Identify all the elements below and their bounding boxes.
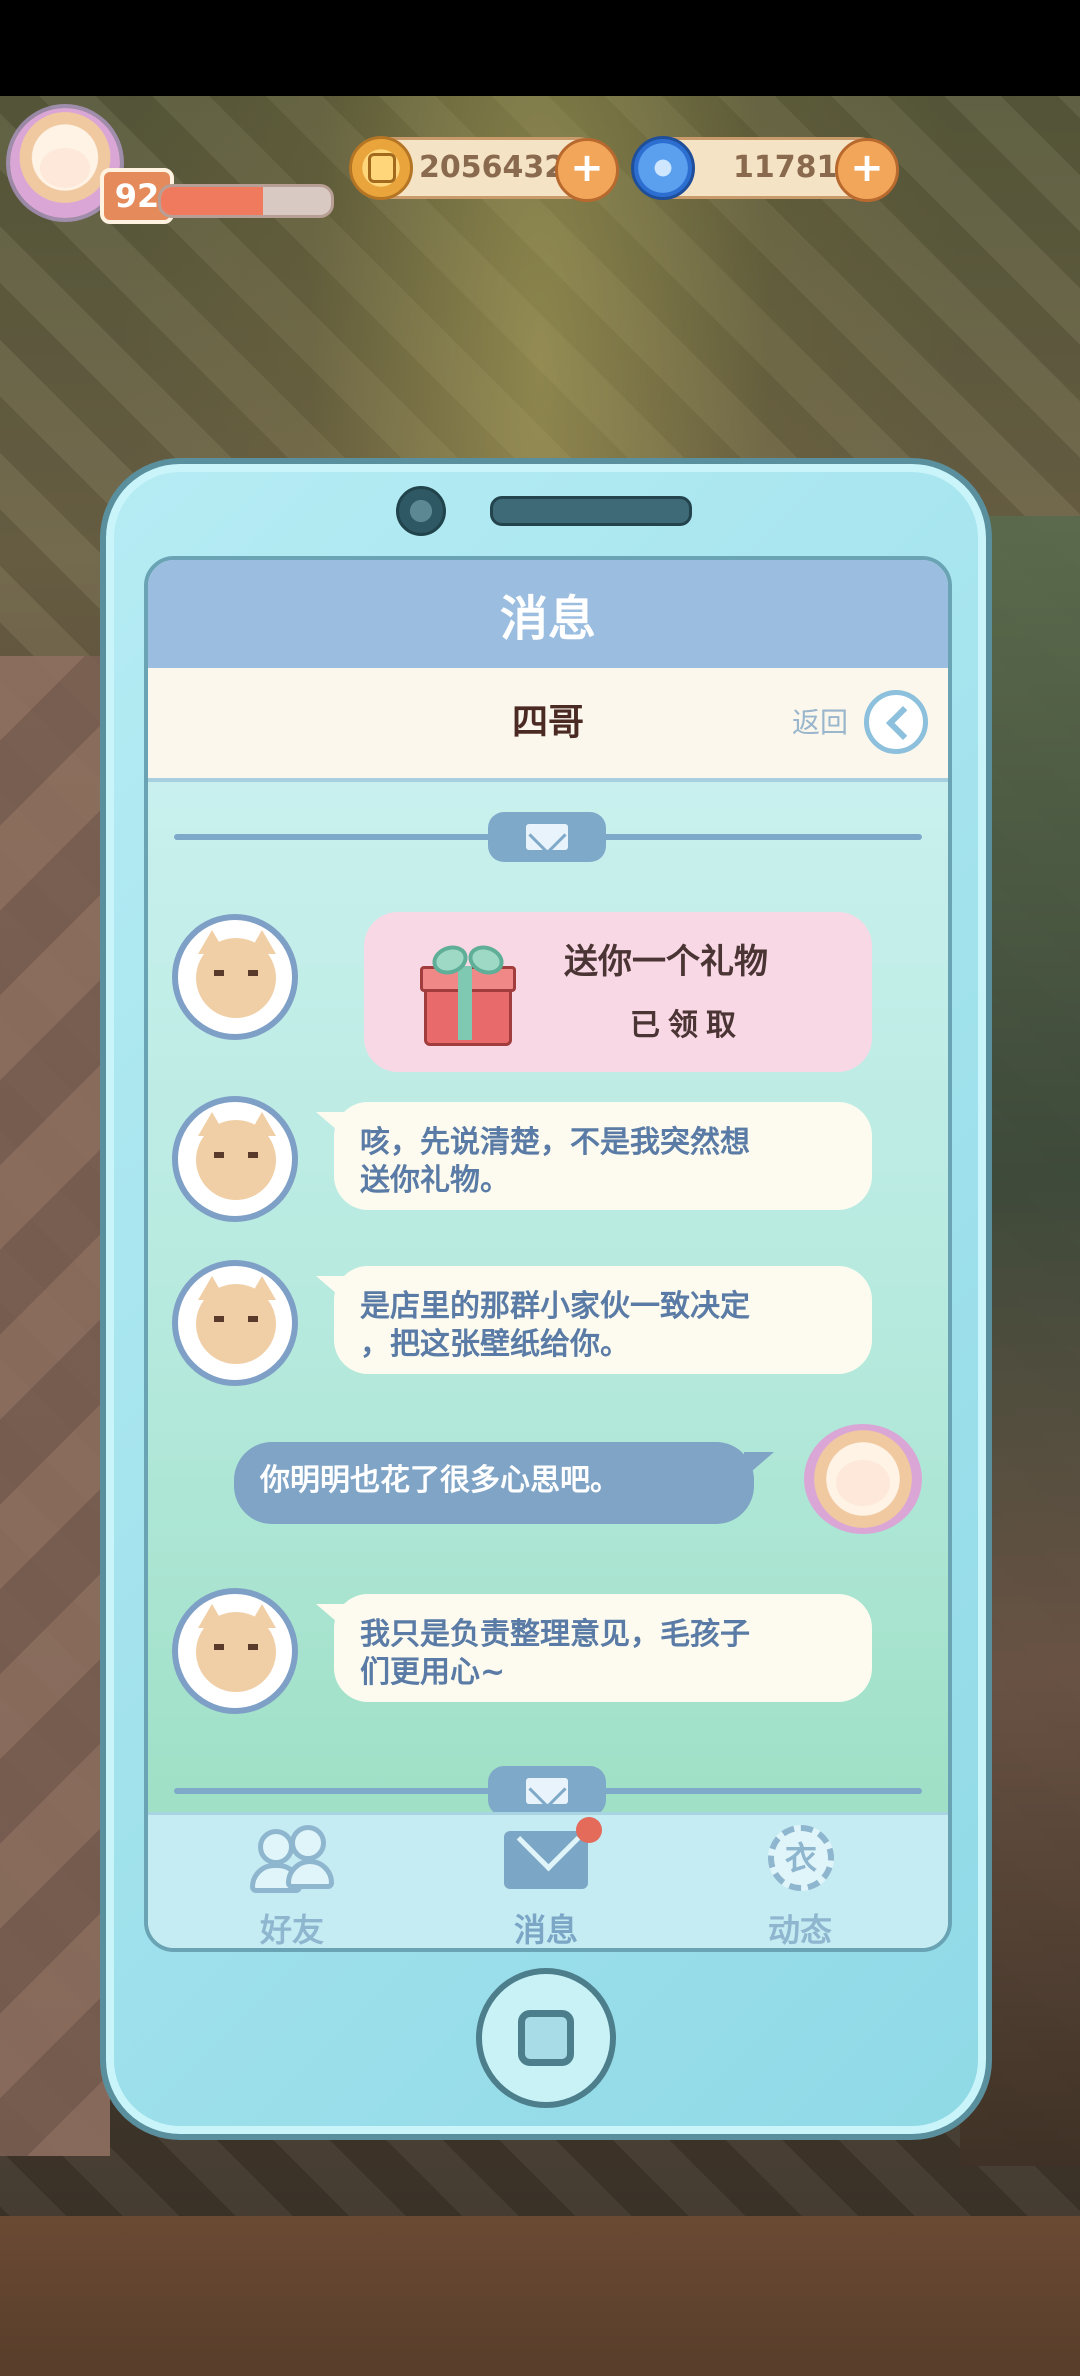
friend-avatar[interactable] [172, 1260, 298, 1386]
tab-friends[interactable]: 好友 [192, 1815, 392, 1949]
contact-bar: 四哥 返回 [148, 668, 948, 782]
xp-bar [158, 184, 334, 218]
chat-bubble-mine: 你明明也花了很多心思吧。 [234, 1442, 774, 1524]
bubble-line: 你明明也花了很多心思吧。 [260, 1463, 620, 1498]
add-gold-button[interactable]: + [555, 138, 619, 202]
friend-avatar[interactable] [172, 1588, 298, 1714]
home-button[interactable] [476, 1968, 616, 2108]
tab-label: 动态 [767, 1911, 832, 1949]
gift-title: 送你一个礼物 [564, 942, 768, 982]
tab-bar: 好友 消息 衣 动态 [148, 1807, 948, 1949]
gift-icon [420, 940, 516, 1046]
bubble-line: 咳，先说清楚，不是我突然想 [360, 1125, 750, 1160]
swirl-icon [631, 136, 695, 200]
bubble-line: 送你礼物。 [360, 1163, 510, 1198]
chat-area[interactable]: 送你一个礼物 已领取 咳，先说清楚，不是我突然想 送你礼物。 是店里的那群小家伙… [148, 782, 948, 1816]
chat-bubble-friend: 咳，先说清楚，不是我突然想 送你礼物。 [316, 1102, 872, 1210]
cat-face-icon [196, 1612, 276, 1692]
bubble-line: 是店里的那群小家伙一致决定 [360, 1289, 750, 1324]
tab-messages[interactable]: 消息 [446, 1807, 646, 1949]
cat-face-icon [196, 938, 276, 1018]
tab-feed[interactable]: 衣 动态 [700, 1815, 900, 1949]
phone-screen: 消息 四哥 返回 送你一个礼物 已领取 咳，先说清楚，不是我突然想 送你礼物。 … [144, 556, 952, 1952]
cat-face-icon [196, 1284, 276, 1364]
game-screen: 92 2056432 + 11781 + 消息 四哥 返回 送你一个礼物 已领取… [0, 0, 1080, 2376]
bubble-line: ，把这张壁纸给你。 [360, 1327, 630, 1362]
status-bar [0, 0, 1080, 96]
scene-left-wall [0, 656, 110, 2156]
friend-avatar[interactable] [172, 1096, 298, 1222]
back-label[interactable]: 返回 [792, 668, 848, 778]
gold-counter: 2056432 + [349, 136, 619, 202]
gift-message-card[interactable]: 送你一个礼物 已领取 [364, 912, 872, 1072]
xp-bar-fill [161, 187, 263, 215]
friend-avatar[interactable] [172, 914, 298, 1040]
phone-panel: 消息 四哥 返回 送你一个礼物 已领取 咳，先说清楚，不是我突然想 送你礼物。 … [100, 458, 992, 2140]
mail-icon [488, 812, 606, 862]
mail-icon [504, 1807, 588, 1895]
coin-icon [349, 136, 413, 200]
scene-floor [0, 2216, 1080, 2376]
gift-status: 已领取 [630, 1008, 744, 1043]
tab-label: 好友 [259, 1911, 324, 1949]
avatar-face [40, 148, 90, 188]
bubble-line: 们更用心~ [360, 1655, 506, 1690]
add-gems-button[interactable]: + [835, 138, 899, 202]
chat-bubble-friend: 我只是负责整理意见，毛孩子 们更用心~ [316, 1594, 872, 1702]
messages-title: 消息 [148, 560, 948, 668]
camera-icon [396, 486, 446, 536]
gold-value: 2056432 [419, 150, 566, 185]
feed-icon: 衣 [758, 1825, 842, 1895]
back-chevron-icon[interactable] [864, 690, 928, 754]
player-avatar[interactable] [804, 1424, 922, 1534]
speaker-grille [490, 496, 692, 526]
chat-divider-bottom [174, 1766, 922, 1816]
tab-label: 消息 [513, 1911, 578, 1949]
friends-icon [250, 1825, 334, 1895]
gem-value: 11781 [733, 150, 838, 185]
avatar-face [836, 1460, 890, 1506]
gem-counter: 11781 + [631, 136, 899, 202]
notification-dot [576, 1817, 602, 1843]
cat-face-icon [196, 1120, 276, 1200]
bubble-line: 我只是负责整理意见，毛孩子 [360, 1617, 750, 1652]
chat-divider-top [174, 812, 922, 862]
chat-bubble-friend: 是店里的那群小家伙一致决定 ，把这张壁纸给你。 [316, 1266, 872, 1374]
